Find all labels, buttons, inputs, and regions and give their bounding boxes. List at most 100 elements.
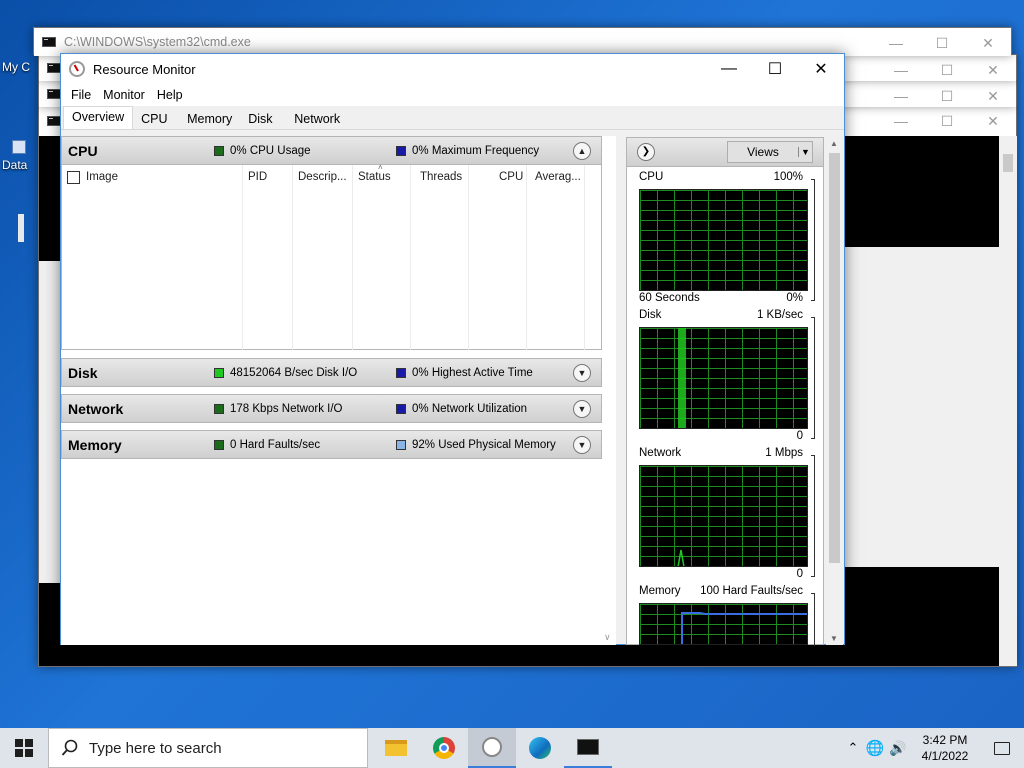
start-button[interactable]	[0, 728, 48, 768]
column-image[interactable]: Image	[86, 171, 118, 183]
network-utilization-swatch	[396, 403, 406, 414]
column-cpu[interactable]: CPU	[499, 171, 523, 183]
desktop-icon-label-my-computer[interactable]: My C	[2, 60, 30, 74]
disk-graph-label: Disk	[639, 309, 662, 321]
resource-monitor-window[interactable]: Resource Monitor — ☐ ✕ File Monitor Help…	[60, 53, 845, 646]
column-separator	[584, 165, 585, 350]
resource-monitor-icon	[69, 61, 85, 77]
close-icon[interactable]: ✕	[970, 55, 1016, 85]
menu-file[interactable]: File	[65, 88, 97, 102]
close-icon[interactable]: ✕	[965, 28, 1011, 58]
dropdown-arrow-icon: ▼	[798, 147, 812, 157]
disk-io-swatch	[214, 367, 224, 378]
window-title: Resource Monitor	[93, 61, 196, 77]
expand-down-icon[interactable]: ▼	[573, 436, 591, 454]
close-icon[interactable]: ✕	[798, 54, 844, 84]
physical-memory-text: 92% Used Physical Memory	[412, 438, 556, 451]
menu-help[interactable]: Help	[151, 88, 189, 102]
menu-monitor[interactable]: Monitor	[97, 88, 151, 102]
desktop-icon-partial[interactable]	[18, 214, 24, 242]
physical-memory-swatch	[396, 439, 406, 450]
hard-faults-swatch	[214, 439, 224, 450]
resource-monitor-icon	[482, 737, 502, 757]
graph-bracket	[811, 593, 815, 646]
cmd-scrollbar-thumb[interactable]	[1003, 154, 1013, 172]
tab-overview[interactable]: Overview	[63, 106, 134, 129]
tab-network[interactable]: Network	[286, 109, 348, 129]
tab-memory[interactable]: Memory	[179, 109, 240, 129]
graph-pane-scrollbar-thumb[interactable]	[829, 153, 840, 563]
maximize-icon[interactable]: ☐	[924, 81, 970, 111]
cmd-window-1[interactable]: C:\WINDOWS\system32\cmd.exe — ☐ ✕	[33, 27, 1012, 58]
disk-active-swatch	[396, 367, 406, 378]
cpu-graph-timespan: 60 Seconds	[639, 292, 700, 304]
network-globe-icon[interactable]: 🌐	[864, 739, 886, 757]
collapse-pane-icon[interactable]: ❯	[637, 143, 655, 161]
network-io-legend: 178 Kbps Network I/O	[214, 403, 343, 415]
edge-icon	[529, 737, 551, 759]
minimize-icon[interactable]: —	[878, 81, 924, 111]
file-explorer-taskbar-button[interactable]	[372, 728, 420, 768]
scroll-up-icon[interactable]: ▲	[830, 139, 838, 148]
maximize-icon[interactable]: ☐	[919, 28, 965, 58]
resource-monitor-taskbar-button[interactable]	[468, 728, 516, 768]
cmd-output-area-left	[39, 261, 61, 583]
minimize-icon[interactable]: —	[706, 54, 752, 84]
minimize-icon[interactable]: —	[878, 55, 924, 85]
column-separator	[352, 165, 353, 350]
select-all-checkbox[interactable]	[67, 171, 80, 184]
close-icon[interactable]: ✕	[970, 81, 1016, 111]
scroll-down-icon[interactable]: ▼	[830, 634, 838, 643]
left-pane-scrollbar[interactable]: ∨	[602, 136, 616, 645]
memory-panel-title: Memory	[68, 436, 122, 453]
expand-down-icon[interactable]: ▼	[573, 364, 591, 382]
views-dropdown[interactable]: Views ▼	[727, 141, 813, 163]
network-panel-header[interactable]: Network 178 Kbps Network I/O 0% Network …	[61, 394, 602, 423]
graph-bracket	[811, 317, 815, 439]
memory-graph-label: Memory	[639, 585, 681, 597]
cmd-icon	[42, 37, 56, 47]
cmd-taskbar-button[interactable]	[564, 728, 612, 768]
hard-faults-legend: 0 Hard Faults/sec	[214, 439, 320, 451]
collapse-up-icon[interactable]: ▲	[573, 142, 591, 160]
taskbar: Type here to search ⌃ 🌐 🔊 3:42 PM 4/1/20…	[0, 728, 1024, 768]
column-status[interactable]: Status	[358, 171, 391, 183]
network-graph-label: Network	[639, 447, 682, 459]
cpu-panel-header[interactable]: CPU 0% CPU Usage 0% Maximum Frequency ▲	[61, 136, 602, 165]
desktop-icon-data[interactable]	[12, 140, 26, 154]
notification-icon[interactable]	[980, 741, 1024, 755]
graph-pane-scrollbar[interactable]: ▲ ▼	[826, 137, 843, 645]
taskbar-search-box[interactable]: Type here to search	[48, 728, 368, 768]
network-graph	[639, 465, 808, 567]
network-utilization-text: 0% Network Utilization	[412, 402, 528, 415]
cmd-icon	[47, 89, 61, 99]
edge-taskbar-button[interactable]	[516, 728, 564, 768]
column-description[interactable]: Descrip...	[298, 171, 347, 183]
cmd-window-title: C:\WINDOWS\system32\cmd.exe	[64, 35, 251, 49]
desktop-icon-label-data[interactable]: Data	[2, 158, 27, 172]
chrome-taskbar-button[interactable]	[420, 728, 468, 768]
chevron-up-icon[interactable]: ⌃	[842, 740, 864, 756]
cmd-scrollbar[interactable]	[999, 136, 1017, 666]
cpu-panel-title: CPU	[68, 142, 98, 159]
column-pid[interactable]: PID	[248, 171, 267, 183]
memory-usage-line	[681, 612, 807, 644]
maximize-icon[interactable]: ☐	[752, 54, 798, 84]
column-average-cpu[interactable]: Averag...	[535, 171, 581, 183]
cpu-graph-max: 100%	[773, 171, 803, 183]
memory-panel-header[interactable]: Memory 0 Hard Faults/sec 92% Used Physic…	[61, 430, 602, 459]
cpu-frequency-text: 0% Maximum Frequency	[412, 144, 540, 157]
memory-graph	[639, 603, 808, 645]
cpu-process-table[interactable]: Image PID Descrip... ˄ Status Threads CP…	[61, 163, 602, 350]
column-threads[interactable]: Threads	[420, 171, 462, 183]
tab-cpu[interactable]: CPU	[133, 109, 179, 129]
tab-disk[interactable]: Disk	[240, 109, 286, 129]
disk-graph-max: 1 KB/sec	[756, 309, 803, 321]
clock[interactable]: 3:42 PM 4/1/2022	[910, 732, 980, 764]
scroll-down-icon[interactable]: ∨	[604, 632, 611, 643]
minimize-icon[interactable]: —	[873, 28, 919, 58]
maximize-icon[interactable]: ☐	[924, 55, 970, 85]
volume-icon[interactable]: 🔊	[886, 740, 910, 757]
disk-panel-header[interactable]: Disk 48152064 B/sec Disk I/O 0% Highest …	[61, 358, 602, 387]
expand-down-icon[interactable]: ▼	[573, 400, 591, 418]
